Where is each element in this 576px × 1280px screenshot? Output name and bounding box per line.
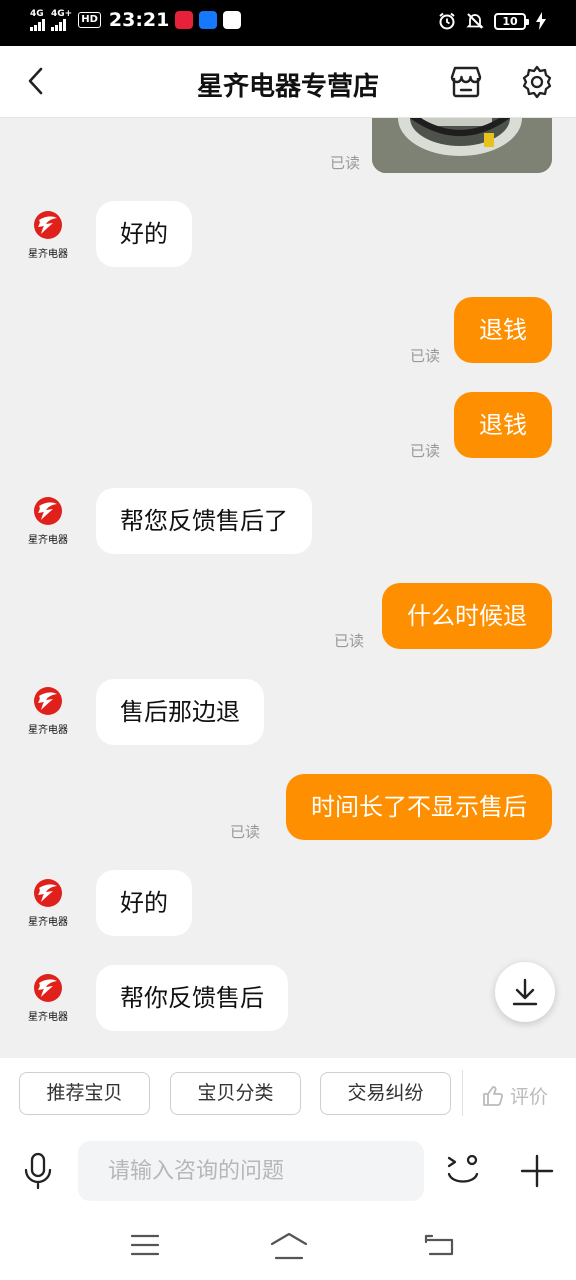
shop-icon[interactable] xyxy=(448,64,484,100)
read-receipt: 已读 xyxy=(409,442,440,460)
quick-action-bar: 推荐宝贝 宝贝分类 交易纠纷 评价 xyxy=(0,1058,576,1130)
thumbs-up-icon xyxy=(483,1085,504,1106)
shop-avatar[interactable]: 星齐电器 xyxy=(26,496,70,546)
shop-logo-icon xyxy=(34,687,62,715)
home-icon[interactable] xyxy=(270,1232,308,1260)
message-bubble-shop[interactable]: 好的 xyxy=(96,201,192,267)
read-receipt: 已读 xyxy=(333,632,364,650)
signal-2-icon: 4G+ xyxy=(51,8,73,31)
recommend-products-button[interactable]: 推荐宝贝 xyxy=(19,1072,150,1115)
shop-avatar[interactable]: 星齐电器 xyxy=(26,973,70,1023)
read-receipt: 已读 xyxy=(329,154,360,172)
shop-logo-icon xyxy=(34,879,62,907)
message-notification-icon xyxy=(223,11,242,29)
clock: 23:21 xyxy=(108,9,170,31)
message-bubble-user[interactable]: 时间长了不显示售后 xyxy=(286,774,552,840)
hd-voice-badge: HD xyxy=(78,12,101,28)
message-bubble-user[interactable]: 退钱 xyxy=(454,392,552,458)
rate-label: 评价 xyxy=(510,1086,549,1108)
rate-button[interactable]: 评价 xyxy=(482,1082,548,1109)
shop-logo-icon xyxy=(34,497,62,525)
menu-icon[interactable] xyxy=(130,1232,160,1258)
product-category-button[interactable]: 宝贝分类 xyxy=(170,1072,301,1115)
image-message[interactable] xyxy=(372,118,552,173)
message-bubble-shop[interactable]: 好的 xyxy=(96,870,192,936)
divider xyxy=(462,1070,463,1116)
shop-avatar[interactable]: 星齐电器 xyxy=(26,210,70,260)
settings-gear-icon[interactable] xyxy=(519,64,555,100)
message-bubble-shop[interactable]: 帮你反馈售后 xyxy=(96,965,288,1031)
system-nav-bar xyxy=(0,1210,576,1280)
app-notification-icon xyxy=(175,11,194,29)
charging-icon xyxy=(536,12,546,30)
shop-avatar-label: 星齐电器 xyxy=(28,535,68,546)
status-bar: 4G 4G+ HD 23:21 10 xyxy=(0,0,576,46)
message-list[interactable]: 已读 星齐电器 好的 已读 退钱 已读 退钱 星齐电器 帮您反馈售后了 已读 什… xyxy=(0,118,576,1058)
message-bubble-user[interactable]: 什么时候退 xyxy=(382,583,552,649)
message-bubble-shop[interactable]: 帮您反馈售后了 xyxy=(96,488,312,554)
plus-icon[interactable] xyxy=(520,1154,554,1188)
scroll-to-bottom-button[interactable] xyxy=(495,962,555,1022)
voice-input-icon[interactable] xyxy=(22,1152,54,1190)
message-bubble-user[interactable]: 退钱 xyxy=(454,297,552,363)
shop-avatar-label: 星齐电器 xyxy=(28,725,68,736)
trade-dispute-button[interactable]: 交易纠纷 xyxy=(320,1072,451,1115)
alipay-notification-icon xyxy=(199,11,218,29)
shop-logo-icon xyxy=(34,211,62,239)
emoji-icon[interactable] xyxy=(445,1152,481,1188)
message-bubble-shop[interactable]: 售后那边退 xyxy=(96,679,264,745)
back-icon[interactable] xyxy=(424,1232,456,1258)
shop-avatar[interactable]: 星齐电器 xyxy=(26,686,70,736)
read-receipt: 已读 xyxy=(229,823,260,841)
signal-1-icon: 4G xyxy=(30,8,45,31)
battery-indicator: 10 xyxy=(494,12,529,30)
input-bar xyxy=(0,1130,576,1210)
signal-1-label: 4G xyxy=(30,8,44,19)
shop-avatar-label: 星齐电器 xyxy=(28,1012,68,1023)
shop-avatar-label: 星齐电器 xyxy=(28,917,68,928)
download-arrow-icon xyxy=(512,978,538,1006)
signal-2-label: 4G+ xyxy=(51,8,73,19)
shop-avatar[interactable]: 星齐电器 xyxy=(26,878,70,928)
message-input[interactable] xyxy=(78,1141,424,1201)
mute-icon xyxy=(466,13,484,29)
read-receipt: 已读 xyxy=(409,347,440,365)
shop-avatar-label: 星齐电器 xyxy=(28,249,68,260)
page-title: 星齐电器专营店 xyxy=(196,72,379,102)
chat-header: 星齐电器专营店 xyxy=(0,46,576,118)
product-photo xyxy=(372,118,552,173)
shop-logo-icon xyxy=(34,974,62,1002)
alarm-icon xyxy=(439,12,455,30)
